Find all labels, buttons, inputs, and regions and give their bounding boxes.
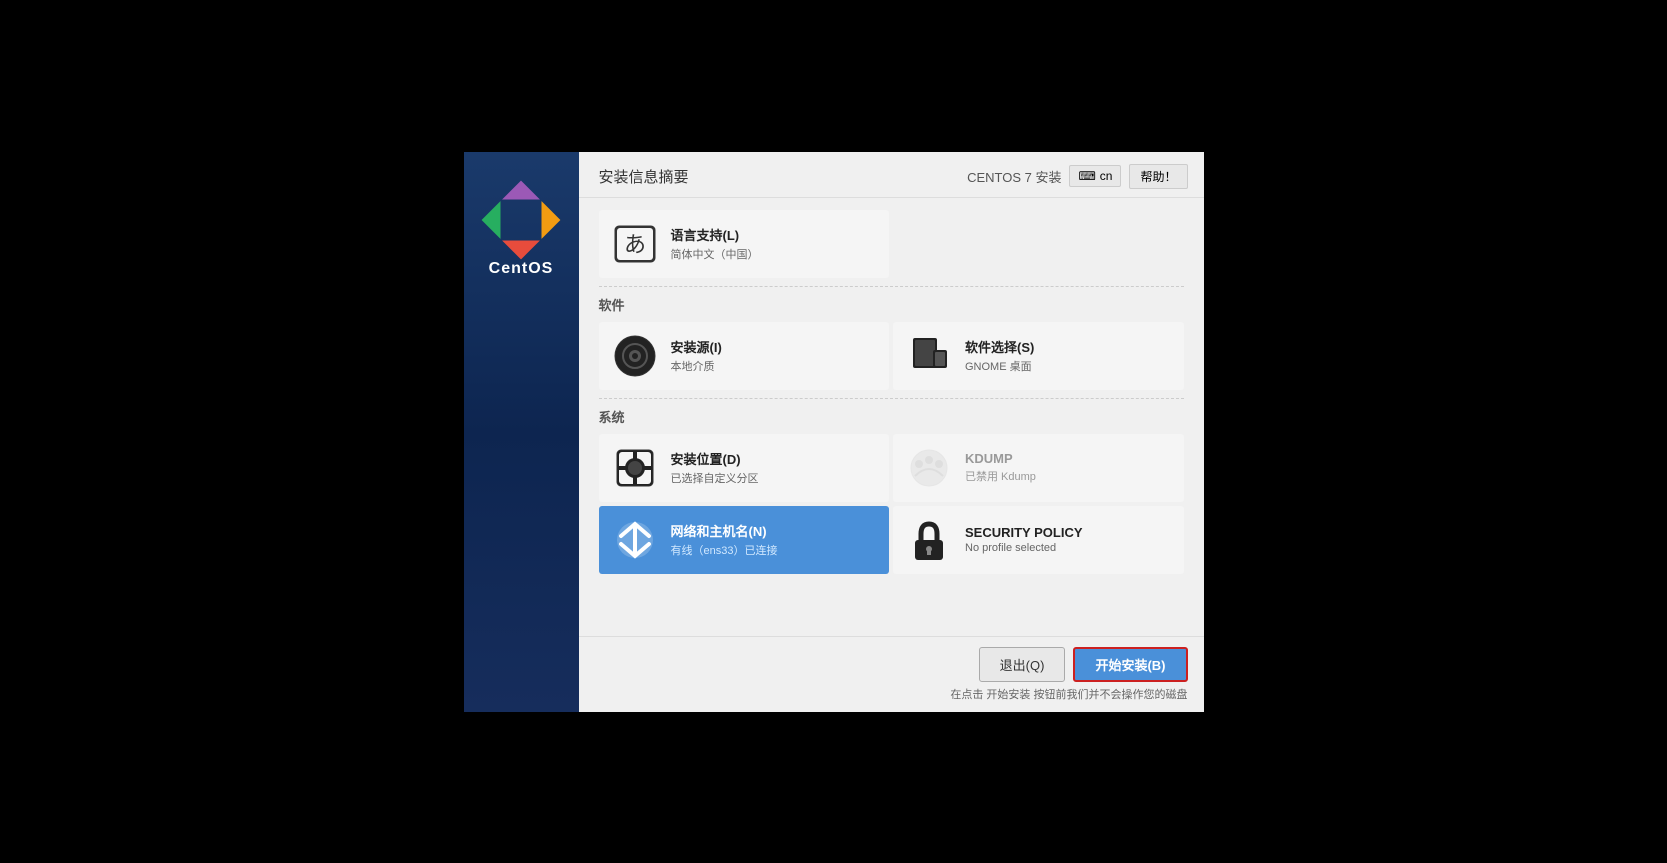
source-title: 安装源(I) [671,337,878,356]
source-item[interactable]: 安装源(I) 本地介质 [599,322,890,390]
disk-icon [611,444,659,492]
software-section: 安装源(I) 本地介质 软件选择(S) [599,322,1184,390]
logo-graphic [481,180,560,259]
lang-title: 语言支持(L) [671,225,878,244]
system-label: 系统 [599,407,1184,426]
brand-name: CentOS [489,260,554,278]
lang-subtitle: 简体中文（中国） [671,246,878,262]
start-install-button[interactable]: 开始安装(B) [1073,647,1187,682]
source-icon [611,332,659,380]
svg-text:あ: あ [623,232,645,257]
disk-subtitle: 已选择自定义分区 [671,470,878,486]
software-icon [905,332,953,380]
kdump-subtitle: 已禁用 Kdump [965,468,1172,484]
lang-code: cn [1100,169,1113,183]
help-button[interactable]: 帮助！ [1129,164,1187,189]
installer-window: CentOS 安装信息摘要 CENTOS 7 安装 ⌨ cn 帮助！ [464,152,1204,712]
centos-logo: CentOS [489,192,554,278]
content-area: あ 语言支持(L) 简体中文（中国） 软件 [579,198,1204,636]
quit-button[interactable]: 退出(Q) [979,647,1066,682]
software-item[interactable]: 软件选择(S) GNOME 桌面 [893,322,1184,390]
divider-software [599,286,1184,287]
source-subtitle: 本地介质 [671,358,878,374]
security-subtitle: No profile selected [965,542,1172,554]
footer-buttons: 退出(Q) 开始安装(B) [595,647,1188,682]
software-subtitle: GNOME 桌面 [965,358,1172,374]
divider-system [599,398,1184,399]
system-section: 安装位置(D) 已选择自定义分区 [599,434,1184,574]
network-title: 网络和主机名(N) [671,521,878,540]
disk-title: 安装位置(D) [671,449,878,468]
footer-note: 在点击 开始安装 按钮前我们并不会操作您的磁盘 [595,686,1188,702]
sidebar: CentOS [464,152,579,712]
disk-item[interactable]: 安装位置(D) 已选择自定义分区 [599,434,890,502]
software-title: 软件选择(S) [965,337,1172,356]
kdump-icon [905,444,953,492]
security-icon [905,516,953,564]
lang-item[interactable]: あ 语言支持(L) 简体中文（中国） [599,210,890,278]
lang-button[interactable]: ⌨ cn [1069,165,1121,187]
software-label: 软件 [599,295,1184,314]
network-icon [611,516,659,564]
lang-icon: あ [611,220,659,268]
footer: 退出(Q) 开始安装(B) 在点击 开始安装 按钮前我们并不会操作您的磁盘 [579,636,1204,712]
kdump-item[interactable]: KDUMP 已禁用 Kdump [893,434,1184,502]
security-item[interactable]: SECURITY POLICY No profile selected [893,506,1184,574]
kdump-title: KDUMP [965,451,1172,466]
keyboard-icon: ⌨ [1078,169,1095,183]
localization-section: あ 语言支持(L) 简体中文（中国） [599,210,1184,278]
header: 安装信息摘要 CENTOS 7 安装 ⌨ cn 帮助！ [579,152,1204,198]
network-subtitle: 有线（ens33）已连接 [671,542,878,558]
network-item[interactable]: 网络和主机名(N) 有线（ens33）已连接 [599,506,890,574]
page-title: 安装信息摘要 [599,166,689,187]
header-right: CENTOS 7 安装 ⌨ cn 帮助！ [967,164,1187,189]
main-content: 安装信息摘要 CENTOS 7 安装 ⌨ cn 帮助！ [579,152,1204,712]
install-label: CENTOS 7 安装 [967,167,1061,186]
security-title: SECURITY POLICY [965,525,1172,540]
